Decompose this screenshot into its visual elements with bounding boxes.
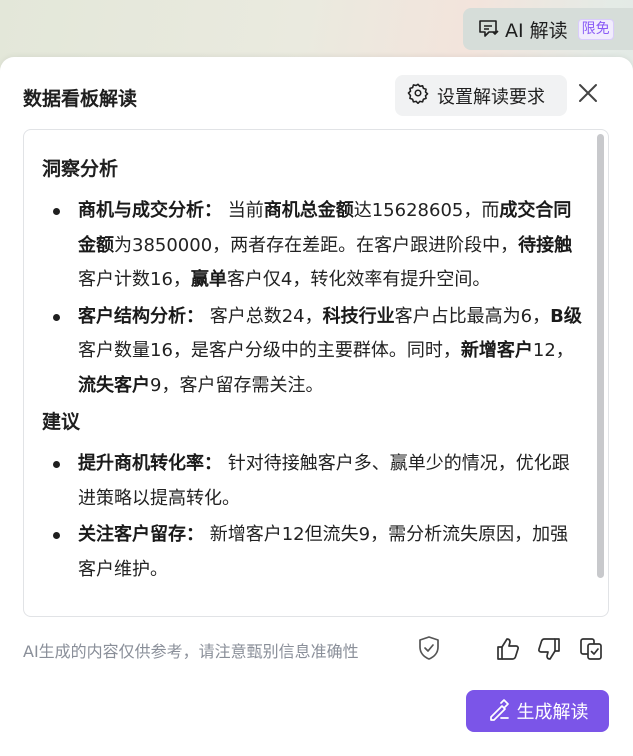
text-segment: 客户总数24，: [204, 305, 323, 327]
shield-check-icon[interactable]: [417, 635, 441, 661]
list-item: 商机与成交分析： 当前商机总金额达15628605，而成交合同金额为385000…: [42, 194, 582, 298]
panel-title: 数据看板解读: [23, 88, 138, 110]
text-segment: 12，: [532, 340, 574, 361]
bold-text: 关注客户留存：: [78, 524, 204, 545]
interpretation-panel: 数据看板解读 设置解读要求 洞察分析 商机与成交分析： 当前商机总金额达1562…: [0, 57, 633, 756]
bold-text: 商机与成交分析：: [78, 200, 222, 221]
set-requirements-label: 设置解读要求: [437, 86, 545, 108]
thumbs-down-icon[interactable]: [536, 636, 562, 662]
bold-text: 提升商机转化率：: [78, 453, 222, 474]
bold-text: 商机总金额: [263, 200, 354, 221]
bold-text: 赢单: [190, 269, 227, 290]
bold-text: 新增客户: [460, 340, 533, 361]
bold-text: 流失客户: [78, 374, 150, 396]
text-segment: 当前: [222, 200, 264, 221]
text-segment: 客户计数16，: [78, 269, 191, 290]
free-badge: 限免: [577, 18, 614, 40]
ai-interpret-icon: [477, 18, 499, 40]
bold-text: 待接触: [518, 234, 573, 256]
copy-icon[interactable]: [578, 636, 604, 662]
ai-interpret-label: AI 解读: [505, 19, 568, 42]
bold-text: 客户结构分析：: [78, 305, 204, 327]
list-item: 关注客户留存： 新增客户12但流失9，需分析流失原因，加强客户维护。: [42, 518, 582, 587]
bold-text: 科技行业: [322, 305, 395, 327]
suggestion-heading: 建议: [42, 411, 81, 433]
text-segment: 达15628605，而: [353, 200, 500, 221]
list-item: 提升商机转化率： 针对待接触客户多、赢单少的情况，优化跟进策略以提高转化。: [42, 447, 582, 516]
interpretation-content[interactable]: 洞察分析 商机与成交分析： 当前商机总金额达15628605，而成交合同金额为3…: [23, 129, 609, 617]
close-button[interactable]: [574, 81, 602, 109]
magic-pen-icon: [487, 697, 511, 726]
ai-interpret-button[interactable]: AI 解读 限免: [463, 8, 633, 50]
insights-list: 商机与成交分析： 当前商机总金额达15628605，而成交合同金额为385000…: [42, 194, 582, 403]
generate-interpretation-button[interactable]: 生成解读: [466, 690, 609, 732]
insight-heading: 洞察分析: [42, 158, 119, 180]
gear-icon: [407, 82, 429, 109]
text-segment: 客户数量16，是客户分级中的主要群体。同时，: [78, 340, 461, 361]
text-segment: 为3850000，两者存在差距。在客户跟进阶段中，: [114, 234, 519, 256]
list-item: 客户结构分析： 客户总数24，科技行业客户占比最高为6，B级客户数量16，是客户…: [42, 300, 582, 404]
thumbs-up-icon[interactable]: [495, 636, 521, 662]
suggestions-list: 提升商机转化率： 针对待接触客户多、赢单少的情况，优化跟进策略以提高转化。 关注客…: [42, 447, 582, 587]
bold-text: B级: [550, 305, 582, 327]
content-scroll-area: 洞察分析 商机与成交分析： 当前商机总金额达15628605，而成交合同金额为3…: [42, 152, 582, 589]
set-requirements-button[interactable]: 设置解读要求: [395, 75, 567, 116]
content-scrollbar[interactable]: [597, 134, 604, 578]
text-segment: 9，客户留存需关注。: [150, 374, 324, 396]
generate-label: 生成解读: [516, 702, 589, 723]
ai-disclaimer: AI生成的内容仅供参考，请注意甄别信息准确性: [23, 642, 359, 661]
text-segment: 客户仅4，转化效率有提升空间。: [226, 269, 491, 290]
text-segment: 客户占比最高为6，: [394, 305, 551, 327]
close-icon: [578, 83, 598, 107]
